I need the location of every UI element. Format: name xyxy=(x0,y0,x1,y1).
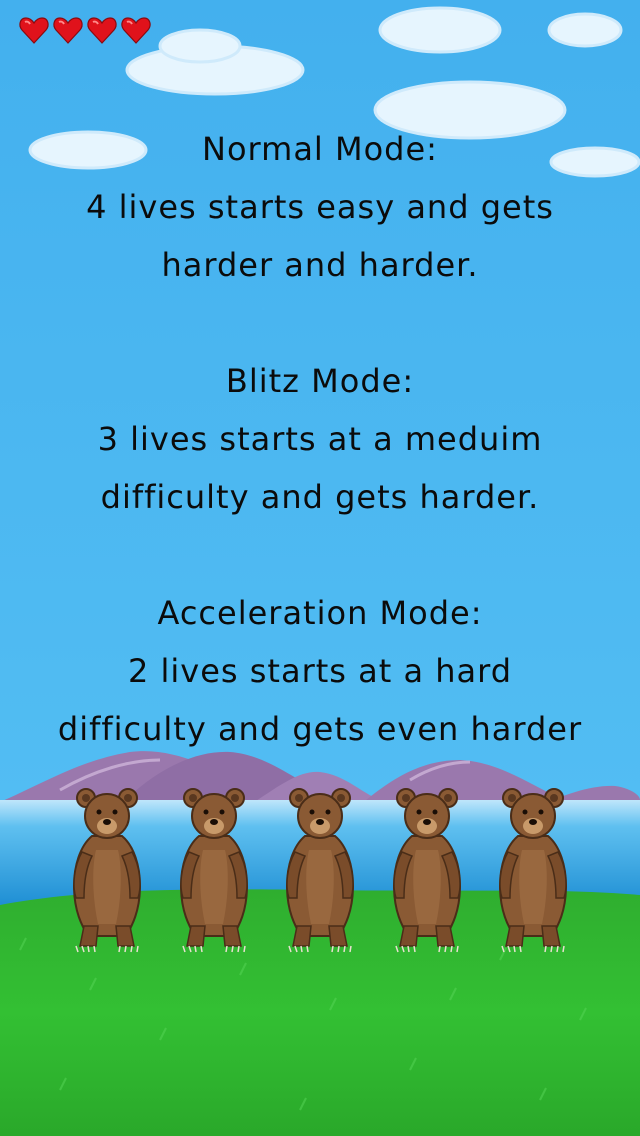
blitz-mode-desc-line1: 3 lives starts at a meduim xyxy=(97,420,543,458)
normal-mode-desc-line1: 4 lives starts easy and gets xyxy=(86,188,554,226)
cloud xyxy=(547,12,623,48)
normal-mode-desc-line2: harder and harder. xyxy=(161,246,479,284)
lives-indicator xyxy=(18,14,152,46)
cloud xyxy=(158,28,242,64)
heart-icon xyxy=(53,17,83,44)
bear-icon xyxy=(382,786,472,954)
blitz-mode-desc-line2: difficulty and gets harder. xyxy=(100,478,540,516)
game-modes-info: Normal Mode: 4 lives starts easy and get… xyxy=(0,120,640,758)
heart-icon xyxy=(121,17,151,44)
bear-icon xyxy=(488,786,578,954)
blitz-mode-section: Blitz Mode: 3 lives starts at a meduim d… xyxy=(0,352,640,526)
bear-icon xyxy=(275,786,365,954)
bear-icon xyxy=(169,786,259,954)
normal-mode-section: Normal Mode: 4 lives starts easy and get… xyxy=(0,120,640,294)
game-screen: Normal Mode: 4 lives starts easy and get… xyxy=(0,0,640,1136)
acceleration-mode-desc-line1: 2 lives starts at a hard xyxy=(127,652,513,690)
acceleration-mode-section: Acceleration Mode: 2 lives starts at a h… xyxy=(0,584,640,758)
heart-icon xyxy=(87,17,117,44)
bear-icon xyxy=(62,786,152,954)
heart-icon xyxy=(19,17,49,44)
cloud xyxy=(378,6,502,54)
acceleration-mode-desc-line2: difficulty and gets even harder xyxy=(57,710,583,748)
normal-mode-title: Normal Mode: xyxy=(202,130,438,168)
blitz-mode-title: Blitz Mode: xyxy=(225,362,415,400)
bear-row xyxy=(0,786,640,956)
acceleration-mode-title: Acceleration Mode: xyxy=(157,594,483,632)
